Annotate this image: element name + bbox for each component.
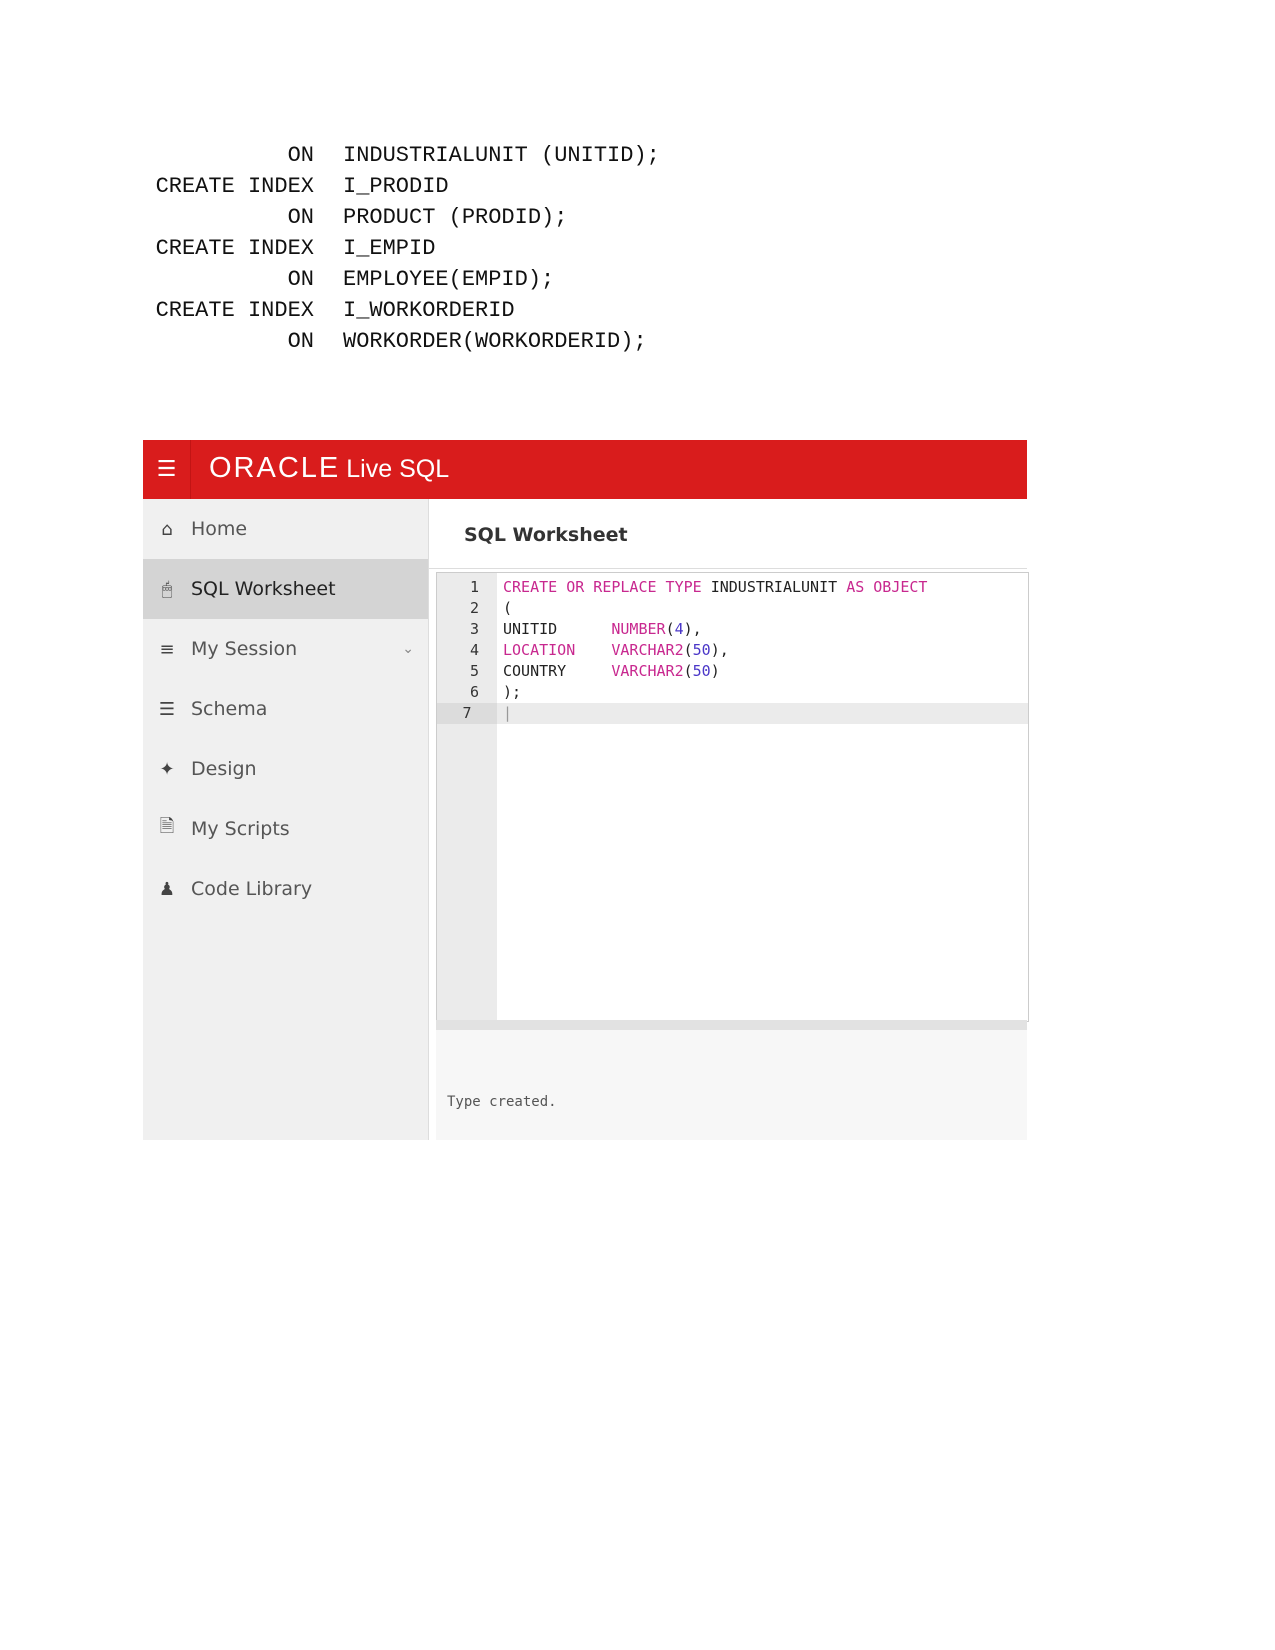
code-line: ON INDUSTRIALUNIT (UNITID); — [143, 140, 660, 171]
code-line: ON PRODUCT (PRODID); — [143, 202, 660, 233]
sidebar-item-label: Schema — [191, 698, 268, 720]
sidebar-item-label: My Session — [191, 638, 298, 660]
line-code: ); — [503, 683, 522, 701]
editor-line: 5 COUNTRY VARCHAR2(50) — [437, 661, 1028, 682]
editor-line: 3 UNITID NUMBER(4), — [437, 619, 1028, 640]
sidebar-item-schema[interactable]: ☰ Schema — [143, 679, 428, 739]
main-panel: SQL Worksheet 1 CREATE OR REPLACE TYPE IN… — [429, 499, 1029, 1140]
output-message: Type created. — [447, 1094, 557, 1110]
sidebar-item-home[interactable]: ⌂ Home — [143, 499, 428, 559]
line-code: CREATE OR REPLACE TYPE INDUSTRIALUNIT AS… — [503, 578, 928, 596]
users-icon: ♟ — [158, 878, 176, 900]
line-number: 2 — [469, 599, 479, 617]
sidebar-item-my-scripts[interactable]: 🗎 My Scripts — [143, 799, 428, 859]
code-keyword: CREATE INDEX — [155, 298, 314, 323]
code-line: ON EMPLOYEE(EMPID); — [143, 264, 660, 295]
line-number: 5 — [469, 662, 479, 680]
divider — [429, 568, 1027, 569]
line-code: COUNTRY VARCHAR2(50) — [503, 662, 720, 680]
app-header: ☰ ORACLE Live SQL — [143, 440, 1027, 499]
sidebar-item-label: SQL Worksheet — [191, 578, 336, 600]
code-line: ON WORKORDER(WORKORDERID); — [143, 326, 660, 357]
code-text: WORKORDER(WORKORDERID); — [343, 329, 647, 354]
line-number: 1 — [469, 578, 479, 596]
code-keyword: ON — [287, 205, 314, 230]
code-line: CREATE INDEX I_WORKORDERID — [143, 295, 660, 326]
line-code: UNITID NUMBER(4), — [503, 620, 702, 638]
sidebar-item-label: My Scripts — [191, 818, 290, 840]
line-number: 7 — [437, 703, 497, 724]
sidebar-item-code-library[interactable]: ♟ Code Library — [143, 859, 428, 919]
line-number: 6 — [469, 683, 479, 701]
editor-line: 4 LOCATION VARCHAR2(50), — [437, 640, 1028, 661]
line-code: ( — [503, 599, 513, 617]
sidebar-item-label: Design — [191, 758, 257, 780]
sidebar-item-my-session[interactable]: ≡ My Session ⌄ — [143, 619, 428, 679]
code-text: EMPLOYEE(EMPID); — [343, 267, 555, 292]
editor-line: 6); — [437, 682, 1028, 703]
code-text: I_WORKORDERID — [343, 298, 515, 323]
hamburger-menu-icon[interactable]: ☰ — [143, 440, 191, 499]
home-icon: ⌂ — [161, 518, 173, 540]
oracle-logo: ORACLE Live SQL — [209, 452, 450, 484]
code-text: PRODUCT (PRODID); — [343, 205, 568, 230]
code-text: I_EMPID — [343, 236, 436, 261]
oracle-live-sql-screenshot: ☰ ORACLE Live SQL ⌂ Home 🖱 SQL Worksheet ≡ My … — [143, 440, 1029, 1140]
code-keyword: CREATE INDEX — [155, 236, 314, 261]
database-icon: ☰ — [158, 698, 176, 720]
code-text: INDUSTRIALUNIT (UNITID); — [343, 143, 660, 168]
list-icon: ≡ — [159, 638, 175, 660]
code-line: CREATE INDEX I_EMPID — [143, 233, 660, 264]
editor-line: 1 CREATE OR REPLACE TYPE INDUSTRIALUNIT A… — [437, 577, 1028, 598]
line-code: LOCATION VARCHAR2(50), — [503, 641, 729, 659]
code-text: I_PRODID — [343, 174, 449, 199]
sidebar: ⌂ Home 🖱 SQL Worksheet ≡ My Session ⌄ ☰ Schema ✦ D… — [143, 499, 429, 1140]
monitor-icon: 🖱 — [161, 578, 173, 600]
sidebar-item-design[interactable]: ✦ Design — [143, 739, 428, 799]
sidebar-item-label: Code Library — [191, 878, 313, 900]
document-icon: 🗎 — [159, 816, 175, 837]
sql-code-block: ON INDUSTRIALUNIT (UNITID); CREATE INDEX I_… — [143, 140, 660, 357]
sql-editor[interactable]: 1 CREATE OR REPLACE TYPE INDUSTRIALUNIT A… — [436, 572, 1029, 1022]
editor-line: 7 | — [437, 703, 1028, 724]
page-title: SQL Worksheet — [464, 524, 628, 546]
document-page: ON INDUSTRIALUNIT (UNITID); CREATE INDEX I_… — [0, 0, 1275, 1650]
sidebar-item-label: Home — [191, 518, 248, 540]
chevron-down-icon[interactable]: ⌄ — [402, 641, 414, 657]
code-line: CREATE INDEX I_PRODID — [143, 171, 660, 202]
code-keyword: CREATE INDEX — [155, 174, 314, 199]
code-keyword: ON — [287, 329, 314, 354]
line-number: 3 — [469, 620, 479, 638]
code-keyword: ON — [287, 267, 314, 292]
code-keyword: ON — [287, 143, 314, 168]
wand-icon: ✦ — [159, 758, 175, 780]
line-number: 4 — [469, 641, 479, 659]
resize-handle[interactable] — [436, 1020, 1027, 1030]
output-panel: Type created. — [436, 1030, 1027, 1140]
editor-line: 2( — [437, 598, 1028, 619]
sidebar-item-sql-worksheet[interactable]: 🖱 SQL Worksheet — [143, 559, 428, 619]
line-code: | — [503, 704, 513, 722]
